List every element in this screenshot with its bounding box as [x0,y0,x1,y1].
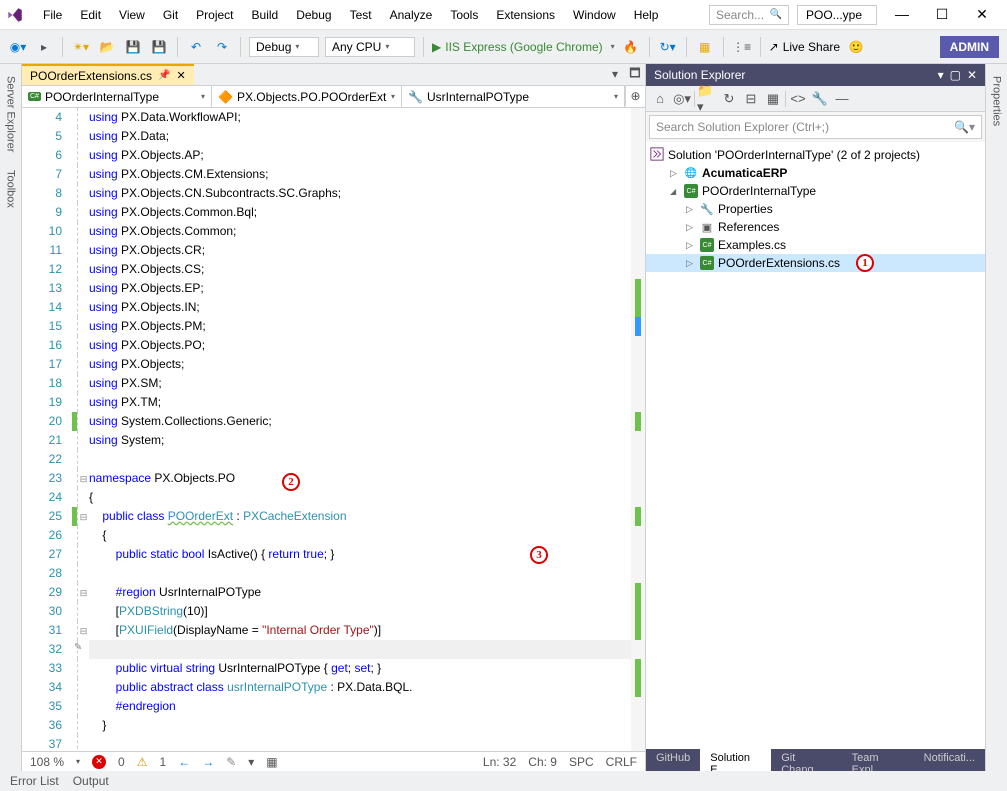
collapse-icon[interactable]: ⊟ [741,89,761,109]
restore-icon[interactable]: 🗖 [625,64,645,84]
menu-window[interactable]: Window [565,4,624,26]
search-input[interactable]: Search...🔍 [709,5,789,25]
panel-dropdown-icon[interactable]: ▾ [938,68,944,82]
nav-project-dropdown[interactable]: C# POOrderInternalType [22,86,212,107]
solution-toolbar: ⌂ ◎▾ 📁▾ ↻ ⊟ ▦ <> 🔧 — [646,86,985,112]
solution-search-input[interactable]: Search Solution Explorer (Ctrl+;) 🔍▾ [649,115,982,139]
extensions-icon[interactable]: ▦ [695,37,715,57]
vs-logo-icon[interactable] [0,0,30,30]
config-dropdown[interactable]: Debug [249,37,319,57]
menu-analyze[interactable]: Analyze [382,4,441,26]
hot-reload-button[interactable]: 🔥 [621,37,641,57]
panel-pin-icon[interactable]: ▢ [950,68,961,82]
feedback-icon[interactable]: 🙂 [846,37,866,57]
properties-icon[interactable]: 🔧 [810,89,830,109]
file-tab[interactable]: POOrderExtensions.cs 📌 ✕ [22,64,194,85]
tree-item-poorderinternaltype[interactable]: C#POOrderInternalType [646,182,985,200]
home-icon[interactable]: ⌂ [650,89,670,109]
annotation-3: 3 [530,546,548,564]
platform-dropdown[interactable]: Any CPU [325,37,415,57]
error-icon[interactable]: ✕ [92,755,106,769]
tree-item-properties[interactable]: Properties [646,200,985,218]
csharp-project-icon: C# [28,92,41,101]
save-all-button[interactable]: 💾 [149,37,169,57]
show-all-icon[interactable]: ▦ [763,89,783,109]
main-menu: FileEditViewGitProjectBuildDebugTestAnal… [30,4,701,26]
back-button[interactable]: ◉▾ [8,37,28,57]
property-icon: 🔧 [408,90,423,104]
bottom-tab-2[interactable]: Git Chang... [771,749,841,771]
menu-debug[interactable]: Debug [288,4,339,26]
annotation-2: 2 [282,473,300,491]
nav-class-dropdown[interactable]: 🔶 PX.Objects.PO.POOrderExt [212,86,402,107]
new-item-button[interactable]: ✴▾ [71,37,91,57]
menu-git[interactable]: Git [155,4,186,26]
panel-close-icon[interactable]: ✕ [967,68,977,82]
maximize-button[interactable]: ☐ [927,6,957,23]
switch-views-icon[interactable]: ◎▾ [672,89,692,109]
open-button[interactable]: 📂 [97,37,117,57]
server-explorer-tab[interactable]: Server Explorer [3,68,19,160]
bottom-tab-3[interactable]: Team Expl... [842,749,914,771]
preview-icon[interactable]: — [832,89,852,109]
footer-output[interactable]: Output [73,774,109,788]
class-icon: 🔶 [218,90,233,104]
list-icon[interactable]: ⋮≡ [732,37,752,57]
bottom-tab-4[interactable]: Notificati... [914,749,985,771]
warning-icon[interactable]: ⚠ [137,755,148,769]
code-icon[interactable]: <> [788,89,808,109]
properties-tab[interactable]: Properties [989,68,1005,134]
close-button[interactable]: ✕ [967,6,997,23]
solution-name-dropdown[interactable]: POO...ype [797,5,877,25]
browser-link-button[interactable]: ↻▾ [658,37,678,57]
tree-item-poorderextensions-cs[interactable]: C#POOrderExtensions.cs1 [646,254,985,272]
run-button[interactable]: IIS Express (Google Chrome) [432,40,615,54]
forward-button[interactable]: ▸ [34,37,54,57]
menu-extensions[interactable]: Extensions [488,4,563,26]
menu-view[interactable]: View [111,4,153,26]
tree-item-acumaticaerp[interactable]: 🌐AcumaticaERP [646,164,985,182]
toolbox-tab[interactable]: Toolbox [3,162,19,216]
annotation-1: 1 [856,254,874,272]
menu-edit[interactable]: Edit [72,4,109,26]
menu-test[interactable]: Test [342,4,380,26]
menu-help[interactable]: Help [626,4,667,26]
minimize-button[interactable]: — [887,6,917,23]
close-tab-icon[interactable]: ✕ [177,69,186,82]
solution-icon [650,147,664,164]
pencil-icon: ✎ [74,642,82,653]
bottom-tab-0[interactable]: GitHub [646,749,700,771]
menu-file[interactable]: File [35,4,70,26]
editor-status-bar: 108 % ▾ ✕0 ⚠1 ←→ ✎▾ ▦ Ln: 32 Ch: 9 SPC C… [22,751,645,771]
undo-button[interactable]: ↶ [186,37,206,57]
pending-changes-icon[interactable]: 📁▾ [697,89,717,109]
pin-icon[interactable]: 📌 [158,70,170,81]
solution-root[interactable]: Solution 'POOrderInternalType' (2 of 2 p… [646,146,985,164]
footer-error-list[interactable]: Error List [10,774,59,788]
live-share-button[interactable]: ↗ Live Share [769,40,840,54]
nav-member-dropdown[interactable]: 🔧 UsrInternalPOType [402,86,625,107]
menu-build[interactable]: Build [244,4,287,26]
menu-project[interactable]: Project [188,4,241,26]
sync-icon[interactable]: ↻ [719,89,739,109]
split-icon[interactable]: ⊕ [625,86,645,106]
tab-dropdown-icon[interactable]: ▾ [605,64,625,84]
zoom-level[interactable]: 108 % [30,755,64,769]
tree-item-references[interactable]: References [646,218,985,236]
bottom-tab-1[interactable]: Solution E... [700,749,771,771]
menu-tools[interactable]: Tools [442,4,486,26]
save-button[interactable]: 💾 [123,37,143,57]
admin-badge: ADMIN [940,36,999,58]
redo-button[interactable]: ↷ [212,37,232,57]
tree-item-examples-cs[interactable]: C#Examples.cs [646,236,985,254]
